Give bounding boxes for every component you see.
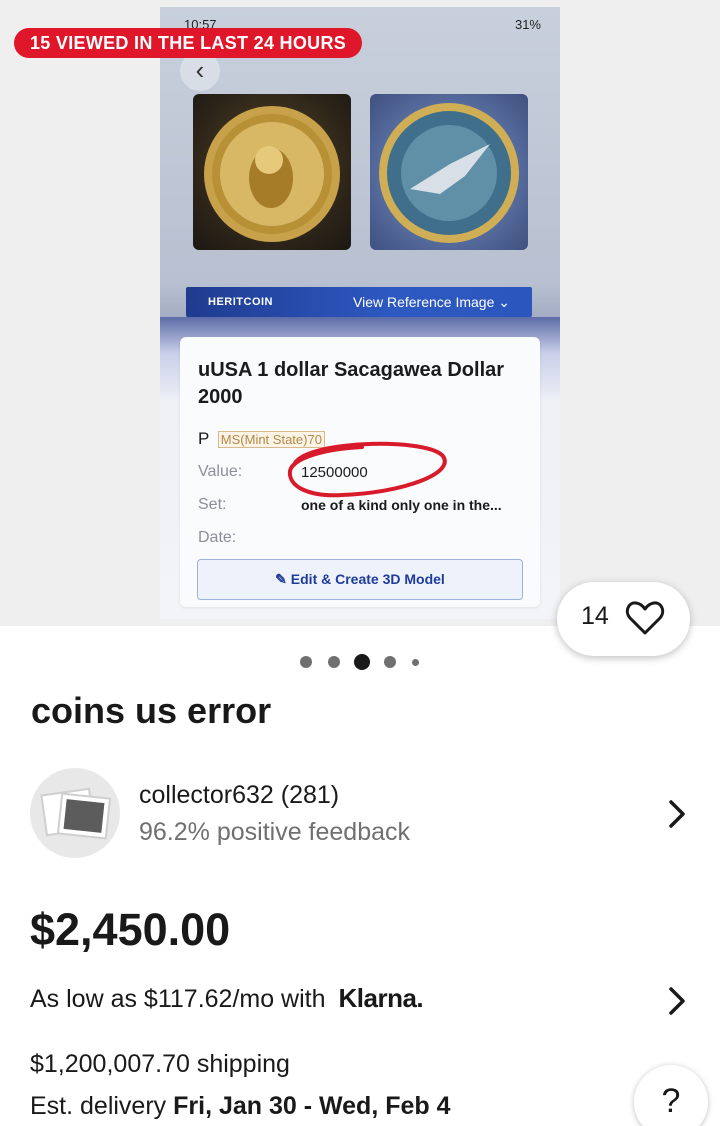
delivery-label: Est. delivery — [30, 1092, 167, 1120]
heritcoin-logo: HERITCOIN — [208, 296, 273, 308]
listing-photo[interactable]: 10:57 31% ‹ HERITCOIN View Reference Ima… — [160, 7, 560, 619]
page-dot — [300, 656, 312, 668]
watch-button[interactable]: 14 — [557, 582, 690, 656]
view-reference-link: View Reference Image ⌄ — [353, 294, 510, 310]
coin-obverse-icon — [204, 106, 340, 242]
listing-title: coins us error — [31, 690, 272, 731]
date-label: Date: — [198, 529, 237, 546]
viewed-count-badge: 15 VIEWED IN THE LAST 24 HOURS — [14, 28, 363, 58]
seller-avatar[interactable] — [30, 768, 120, 858]
delivery-range: Fri, Jan 30 - Wed, Feb 4 — [173, 1092, 451, 1120]
chevron-right-icon[interactable] — [666, 799, 688, 829]
watch-count: 14 — [581, 602, 609, 630]
status-battery: 31% — [514, 17, 541, 32]
seller-name[interactable]: collector632 (281) — [139, 781, 339, 810]
klarna-logo: Klarna. — [338, 983, 424, 1013]
value-label: Value: — [198, 463, 243, 480]
coin-obverse-image — [193, 94, 351, 250]
financing-text: As low as $117.62/mo with — [30, 985, 326, 1013]
page-dot — [384, 656, 396, 668]
heart-icon — [625, 601, 665, 635]
photo-placeholder-icon — [40, 787, 112, 840]
coin-info-card: uUSA 1 dollar Sacagawea Dollar 2000 P MS… — [180, 337, 540, 607]
set-label: Set: — [198, 496, 227, 513]
photo-lower-area: uUSA 1 dollar Sacagawea Dollar 2000 P MS… — [160, 317, 560, 619]
red-circle-annotation — [287, 441, 447, 498]
coin-title: uUSA 1 dollar Sacagawea Dollar 2000 — [198, 359, 505, 408]
image-gallery[interactable]: 10:57 31% ‹ HERITCOIN View Reference Ima… — [0, 0, 720, 656]
help-button[interactable]: ? — [634, 1065, 708, 1126]
estimated-delivery: Est. delivery Fri, Jan 30 - Wed, Feb 4 — [30, 1092, 451, 1121]
coin-reverse-icon — [379, 103, 519, 243]
edit-3d-model-button: ✎ Edit & Create 3D Model — [197, 559, 523, 600]
grade-letter: P — [198, 429, 210, 448]
shipping-cost: $1,200,007.70 shipping — [30, 1050, 290, 1078]
pencil-icon: ✎ — [275, 571, 287, 587]
page-dot-active — [354, 654, 370, 670]
item-price: $2,450.00 — [30, 904, 231, 955]
coin-reverse-image — [370, 94, 528, 250]
seller-feedback: 96.2% positive feedback — [139, 818, 411, 846]
page-dot — [412, 659, 419, 666]
chevron-down-icon: ⌄ — [498, 294, 510, 310]
klarna-financing-row[interactable]: As low as $117.62/mo with Klarna. — [30, 983, 424, 1014]
page-dot — [328, 656, 340, 668]
heritcoin-banner: HERITCOIN View Reference Image ⌄ — [186, 287, 532, 317]
chevron-right-icon[interactable] — [666, 986, 688, 1016]
